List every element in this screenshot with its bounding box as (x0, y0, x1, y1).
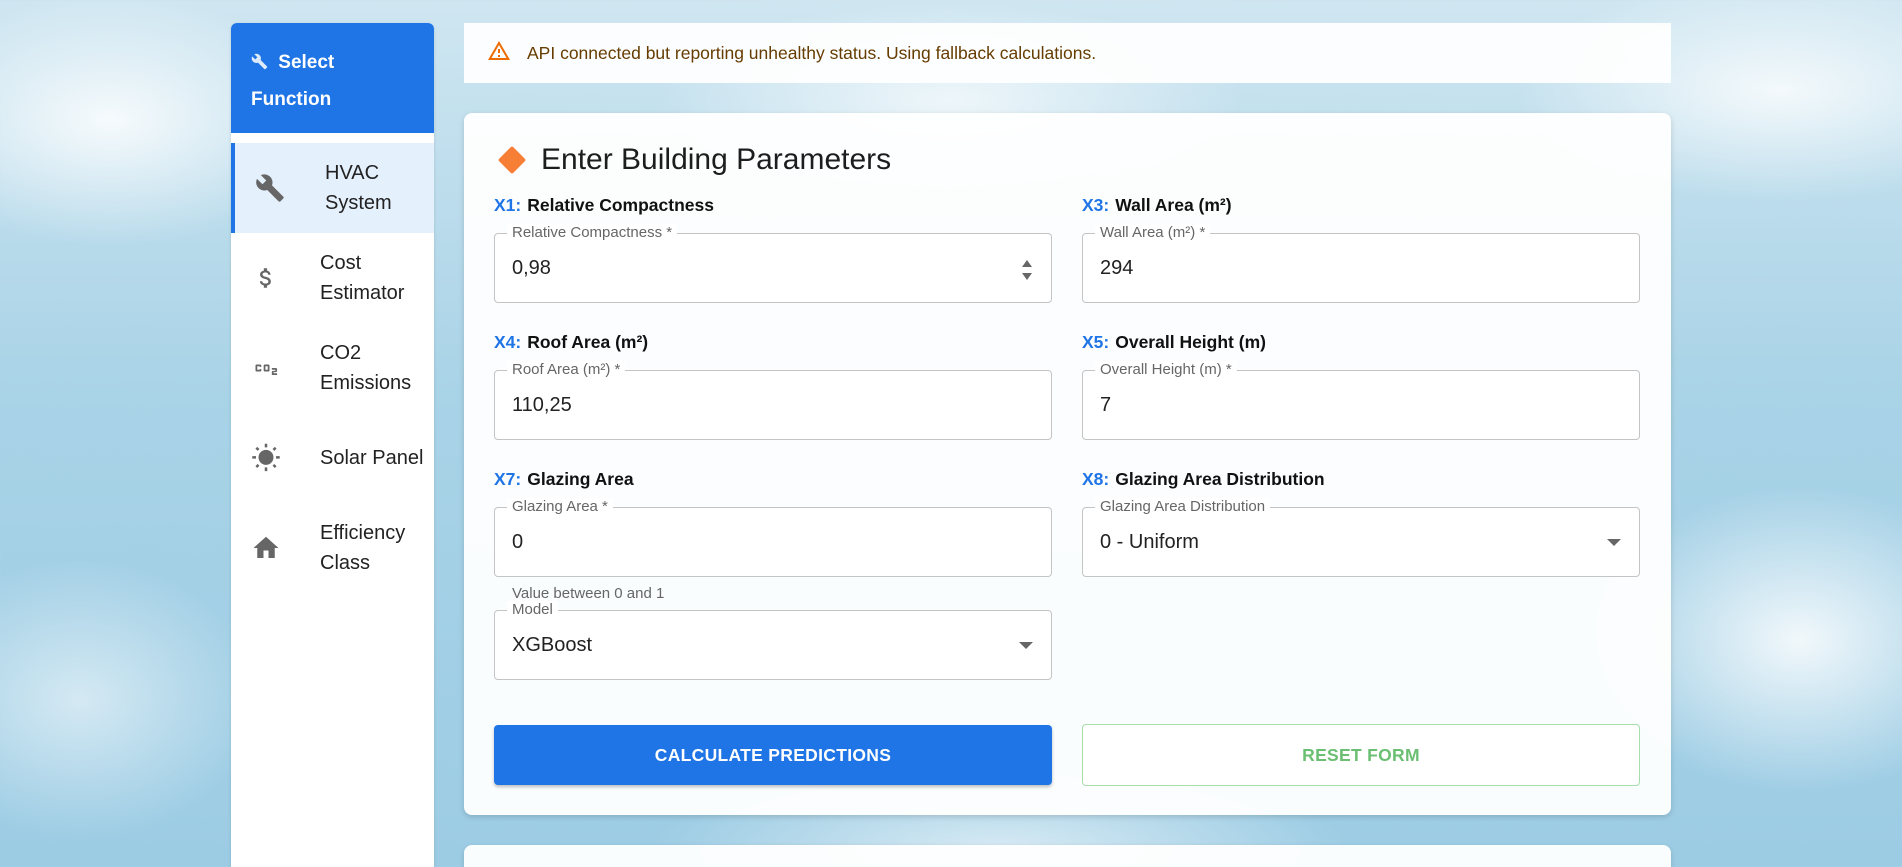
card-title: Enter Building Parameters (497, 143, 892, 177)
glazing-area-input[interactable] (512, 531, 992, 554)
sidebar-item-label: Cost Estimator (320, 252, 405, 304)
field-caption: X1: Relative Compactness (494, 195, 1052, 219)
chevron-down-icon (1607, 539, 1621, 546)
field-name: Overall Height (m) (1115, 332, 1266, 352)
field-name: Glazing Area (527, 469, 634, 489)
field-legend: Model (507, 601, 558, 618)
field-caption: X4: Roof Area (m²) (494, 332, 1052, 356)
field-caption: X5: Overall Height (m) (1082, 332, 1640, 356)
sun-icon (251, 443, 281, 473)
sidebar-item-solar-panel[interactable]: Solar Panel (231, 413, 434, 503)
sidebar-item-cost-estimator[interactable]: Cost Estimator (231, 233, 434, 323)
chevron-down-icon (1019, 642, 1033, 649)
model-field: Model XGBoost (494, 601, 1052, 680)
field-name: Relative Compactness (527, 195, 714, 215)
field-legend: Roof Area (m²) * (507, 361, 626, 378)
function-sidebar: Select Function HVAC System Cost Estimat… (231, 23, 434, 867)
relative-compactness-input-wrapper: Relative Compactness * (494, 224, 1052, 303)
api-status-alert: API connected but reporting unhealthy st… (464, 23, 1671, 83)
selected-value: 0 - Uniform (1100, 531, 1199, 553)
sidebar-item-label: Efficiency Class (320, 522, 406, 574)
results-card (464, 845, 1671, 867)
sidebar-item-co2-emissions[interactable]: CO2 Emissions (231, 323, 434, 413)
field-code: X5: (1082, 332, 1110, 352)
field-legend: Glazing Area * (507, 498, 613, 515)
sidebar-item-efficiency-class[interactable]: Efficiency Class (231, 503, 434, 593)
sidebar-header: Select Function (231, 23, 434, 133)
reset-form-button[interactable]: RESET FORM (1082, 724, 1640, 786)
overall-height-input-wrapper: Overall Height (m) * (1082, 361, 1640, 440)
wall-area-field: X3: Wall Area (m²) Wall Area (m²) * (1082, 195, 1640, 303)
field-name: Roof Area (m²) (527, 332, 649, 352)
glazing-distribution-select[interactable]: Glazing Area Distribution 0 - Uniform (1082, 498, 1640, 577)
alert-message: API connected but reporting unhealthy st… (527, 42, 1097, 63)
dollar-icon (251, 263, 281, 293)
home-icon (251, 533, 281, 563)
roof-area-input-wrapper: Roof Area (m²) * (494, 361, 1052, 440)
glazing-area-input-wrapper: Glazing Area * (494, 498, 1052, 577)
field-code: X1: (494, 195, 522, 215)
field-caption: X8: Glazing Area Distribution (1082, 469, 1640, 493)
field-name: Wall Area (m²) (1115, 195, 1232, 215)
field-code: X4: (494, 332, 522, 352)
field-legend: Wall Area (m²) * (1095, 224, 1211, 241)
overall-height-field: X5: Overall Height (m) Overall Height (m)… (1082, 332, 1640, 440)
glazing-area-field: X7:Glazing Area Glazing Area * Value bet… (494, 469, 1052, 602)
relative-compactness-field: X1: Relative Compactness Relative Compact… (494, 195, 1052, 303)
page-title: Enter Building Parameters (541, 143, 892, 176)
sidebar-item-hvac-system[interactable]: HVAC System (231, 143, 434, 233)
field-code: X3: (1082, 195, 1110, 215)
warning-icon (486, 39, 512, 68)
wall-area-input[interactable] (1100, 257, 1580, 280)
field-code: X8: (1082, 469, 1110, 489)
selected-value: XGBoost (512, 634, 593, 656)
roof-area-field: X4: Roof Area (m²) Roof Area (m²) * (494, 332, 1052, 440)
field-legend: Relative Compactness * (507, 224, 678, 241)
sidebar-item-label: HVAC System (325, 162, 392, 214)
field-caption: X7: Glazing Area (494, 469, 1052, 493)
glazing-distribution-field: X8: Glazing Area Distribution Glazing Are… (1082, 469, 1640, 577)
calculate-predictions-button[interactable]: CALCULATE PREDICTIONS (494, 725, 1052, 785)
field-code: X7: (494, 469, 522, 489)
wrench-icon (255, 173, 285, 203)
sidebar-list: HVAC System Cost Estimator CO2 Emissions… (231, 143, 434, 593)
field-caption: X3: Wall Area (m²) (1082, 195, 1640, 219)
sidebar-item-label: CO2 Emissions (320, 342, 412, 394)
sidebar-item-label: Solar Panel (320, 447, 424, 469)
building-parameters-card: Enter Building Parameters X1: Relative Co… (464, 113, 1671, 815)
field-legend: Glazing Area Distribution (1095, 498, 1271, 515)
field-name: Glazing Area Distribution (1115, 469, 1325, 489)
overall-height-input[interactable] (1100, 394, 1580, 417)
wall-area-input-wrapper: Wall Area (m²) * (1082, 224, 1640, 303)
field-legend: Overall Height (m) * (1095, 361, 1237, 378)
diamond-icon (497, 145, 527, 175)
roof-area-input[interactable] (512, 394, 992, 417)
helper-text: Value between 0 and 1 (512, 585, 665, 602)
co2-icon (251, 353, 281, 383)
relative-compactness-input[interactable] (512, 257, 992, 280)
wrench-icon (251, 47, 273, 82)
number-spinner[interactable] (1021, 258, 1033, 282)
model-select[interactable]: Model XGBoost (494, 601, 1052, 680)
